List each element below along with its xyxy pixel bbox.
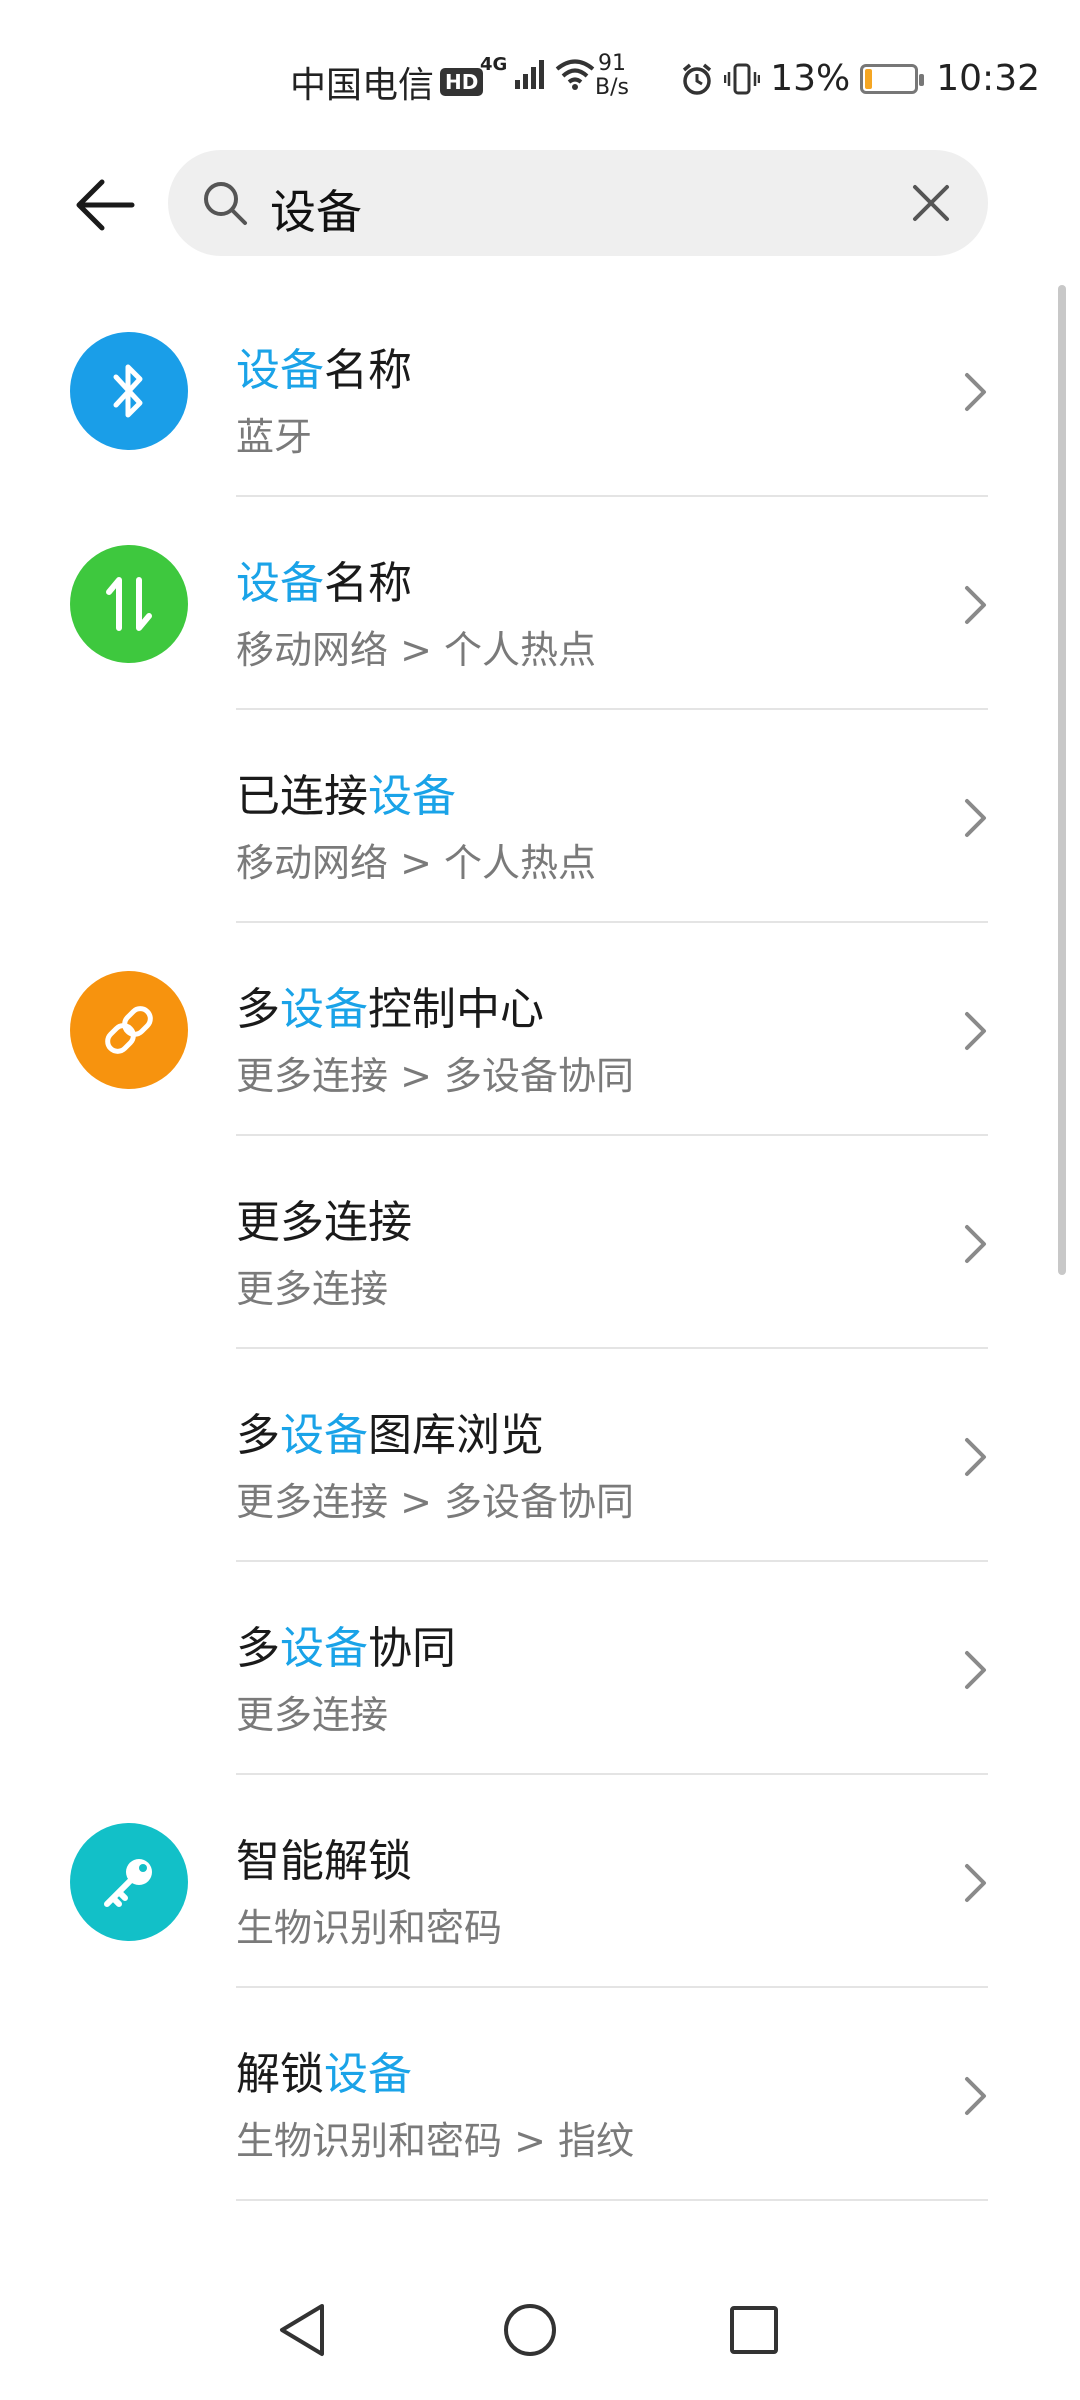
vibrate-icon <box>724 63 761 94</box>
bluetooth-icon <box>70 332 188 450</box>
search-bar[interactable]: 设备 <box>168 150 988 256</box>
battery-icon <box>860 63 925 94</box>
hd-badge: HD <box>440 68 484 96</box>
right-status: 13% 10:32 <box>680 58 1040 99</box>
result-title: 更多连接 <box>236 1186 412 1250</box>
carrier-label: 中国电信 HD <box>290 56 484 108</box>
divider <box>236 2199 988 2201</box>
result-path: 更多连接 <box>236 1693 389 1737</box>
carrier-name: 中国电信 <box>290 65 435 106</box>
title-text: 已连接 <box>236 771 368 822</box>
result-path: 移动网络 > 个人热点 <box>236 841 596 885</box>
wifi-icon <box>556 59 595 90</box>
chevron-right-icon <box>962 370 990 414</box>
speed-unit: B/s <box>595 75 629 100</box>
network-indicators: 4G <box>480 54 595 90</box>
search-input[interactable]: 设备 <box>270 176 362 242</box>
status-bar: 中国电信 HD 4G 91 B/s 13% 10:32 <box>0 0 1080 150</box>
title-text: 多 <box>236 1623 280 1674</box>
chevron-right-icon <box>962 1435 990 1479</box>
title-highlight: 设备 <box>280 1623 368 1674</box>
result-title: 设备名称 <box>236 334 412 398</box>
circle-home-icon <box>504 2304 556 2356</box>
search-result-item[interactable]: 设备名称移动网络 > 个人热点 <box>0 497 1080 710</box>
clear-icon[interactable] <box>910 182 952 224</box>
square-recents-icon <box>730 2306 778 2354</box>
signal-icon <box>515 60 545 89</box>
search-result-item[interactable]: 多设备图库浏览更多连接 > 多设备协同 <box>0 1349 1080 1562</box>
title-text: 控制中心 <box>368 984 544 1035</box>
result-path: 更多连接 > 多设备协同 <box>236 1480 634 1524</box>
title-highlight: 设备 <box>236 558 324 609</box>
result-path: 生物识别和密码 <box>236 1906 503 1950</box>
title-highlight: 设备 <box>368 771 456 822</box>
back-button[interactable] <box>70 170 140 240</box>
result-path: 更多连接 <box>236 1267 389 1311</box>
result-title: 设备名称 <box>236 547 412 611</box>
result-title: 已连接设备 <box>236 760 456 824</box>
search-result-item[interactable]: 更多连接 更多连接 <box>0 1136 1080 1349</box>
chevron-right-icon <box>962 1009 990 1053</box>
title-highlight: 设备 <box>280 1410 368 1461</box>
nav-back-button[interactable] <box>262 2290 342 2370</box>
chevron-right-icon <box>962 2074 990 2118</box>
result-path: 移动网络 > 个人热点 <box>236 628 596 672</box>
key-icon <box>70 1823 188 1941</box>
title-text: 更多连接 <box>236 1197 412 1248</box>
title-highlight: 设备 <box>324 2049 412 2100</box>
search-result-item[interactable]: 已连接设备移动网络 > 个人热点 <box>0 710 1080 923</box>
chevron-right-icon <box>962 796 990 840</box>
title-highlight: 设备 <box>236 345 324 396</box>
search-result-item[interactable]: 智能解锁生物识别和密码 <box>0 1775 1080 1988</box>
search-results-list: 设备名称 蓝牙 设备名称 移动网络 > 个人热点 已连接设备 移动网络 > 个人热点 多设备… <box>0 284 1080 2201</box>
title-text: 多 <box>236 984 280 1035</box>
nav-home-button[interactable] <box>490 2290 570 2370</box>
result-title: 多设备控制中心 <box>236 973 544 1037</box>
title-text: 名称 <box>324 558 412 609</box>
battery-fill <box>865 68 872 89</box>
alarm-icon <box>683 63 712 95</box>
title-highlight: 设备 <box>280 984 368 1035</box>
result-title: 多设备协同 <box>236 1612 456 1676</box>
result-path: 生物识别和密码 > 指纹 <box>236 2119 634 2163</box>
title-text: 解锁 <box>236 2049 324 2100</box>
back-arrow-icon <box>76 179 135 231</box>
search-result-item[interactable]: 多设备控制中心更多连接 > 多设备协同 <box>0 923 1080 1136</box>
title-text: 图库浏览 <box>368 1410 544 1461</box>
search-result-item[interactable]: 解锁设备生物识别和密码 > 指纹 <box>0 1988 1080 2201</box>
result-title: 解锁设备 <box>236 2038 412 2102</box>
search-result-item[interactable]: 设备名称 蓝牙 <box>0 284 1080 497</box>
title-text: 名称 <box>324 345 412 396</box>
search-icon <box>204 182 247 225</box>
chevron-right-icon <box>962 1222 990 1266</box>
title-text: 协同 <box>368 1623 456 1674</box>
link-icon <box>70 971 188 1089</box>
nav-recents-button[interactable] <box>714 2290 794 2370</box>
scrollbar[interactable] <box>1058 285 1066 1275</box>
network-type: 4G <box>480 54 508 75</box>
speed-value: 91 <box>597 51 626 76</box>
network-speed: 91 B/s <box>595 52 629 100</box>
title-text: 多 <box>236 1410 280 1461</box>
chevron-right-icon <box>962 1861 990 1905</box>
result-title: 多设备图库浏览 <box>236 1399 544 1463</box>
navigation-bar <box>0 2290 1080 2400</box>
search-result-item[interactable]: 多设备协同更多连接 <box>0 1562 1080 1775</box>
clock: 10:32 <box>936 58 1040 99</box>
chevron-right-icon <box>962 1648 990 1692</box>
battery-percent: 13% <box>770 58 851 99</box>
result-path: 蓝牙 <box>236 415 313 459</box>
title-text: 智能解锁 <box>236 1836 412 1887</box>
chevron-right-icon <box>962 583 990 627</box>
result-path: 更多连接 > 多设备协同 <box>236 1054 634 1098</box>
mobile-data-icon <box>70 545 188 663</box>
triangle-back-icon <box>280 2304 324 2356</box>
result-title: 智能解锁 <box>236 1825 412 1889</box>
